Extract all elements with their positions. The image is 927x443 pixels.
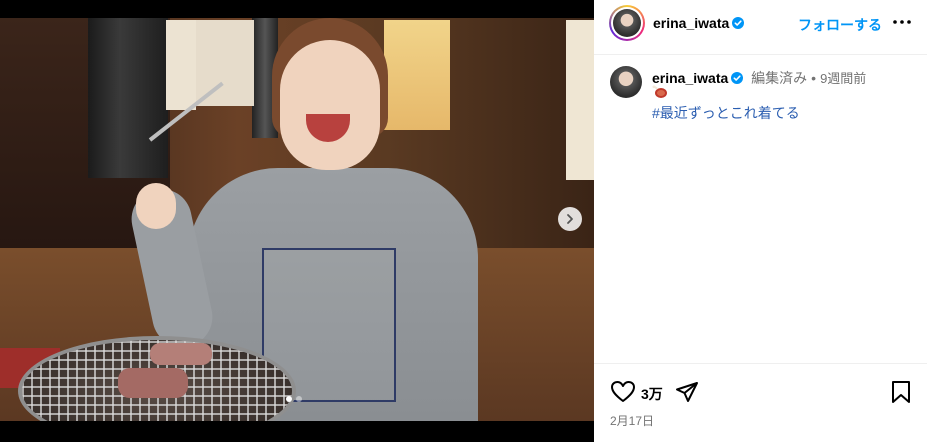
carousel-dot bbox=[296, 396, 302, 402]
chevron-right-icon bbox=[567, 214, 573, 224]
meat-on-bone-icon bbox=[652, 85, 667, 98]
caption-avatar[interactable] bbox=[610, 66, 642, 98]
verified-badge-icon bbox=[731, 72, 744, 84]
share-icon[interactable] bbox=[675, 380, 699, 404]
heart-icon[interactable] bbox=[610, 380, 636, 404]
edited-label: 編集済み bbox=[751, 70, 808, 86]
carousel-next-button[interactable] bbox=[558, 207, 582, 231]
post-actions: 3万 2月17日 bbox=[594, 363, 927, 443]
verified-badge-icon bbox=[732, 17, 745, 29]
post-details-pane: erina_iwata フォローする erina_iwata 編集済み • 9週間前… bbox=[594, 0, 927, 442]
bookmark-icon[interactable] bbox=[890, 380, 912, 404]
avatar bbox=[613, 9, 641, 37]
username-link[interactable]: erina_iwata bbox=[653, 15, 729, 31]
separator: • bbox=[811, 70, 817, 86]
post-header: erina_iwata フォローする bbox=[594, 0, 927, 55]
like-count[interactable]: 3万 bbox=[641, 384, 663, 404]
caption-username-link[interactable]: erina_iwata bbox=[652, 70, 728, 86]
post-time-ago[interactable]: 9週間前 bbox=[820, 71, 866, 86]
post-photo[interactable] bbox=[0, 18, 594, 421]
avatar-story-ring[interactable] bbox=[609, 5, 645, 41]
media-pane bbox=[0, 0, 594, 442]
carousel-dot-active bbox=[286, 396, 292, 402]
hashtag-link[interactable]: #最近ずっとこれ着てる bbox=[652, 103, 800, 123]
follow-button[interactable]: フォローする bbox=[798, 15, 882, 35]
carousel-indicator bbox=[286, 396, 302, 402]
post-date[interactable]: 2月17日 bbox=[610, 412, 654, 429]
more-options-icon[interactable] bbox=[892, 12, 912, 32]
